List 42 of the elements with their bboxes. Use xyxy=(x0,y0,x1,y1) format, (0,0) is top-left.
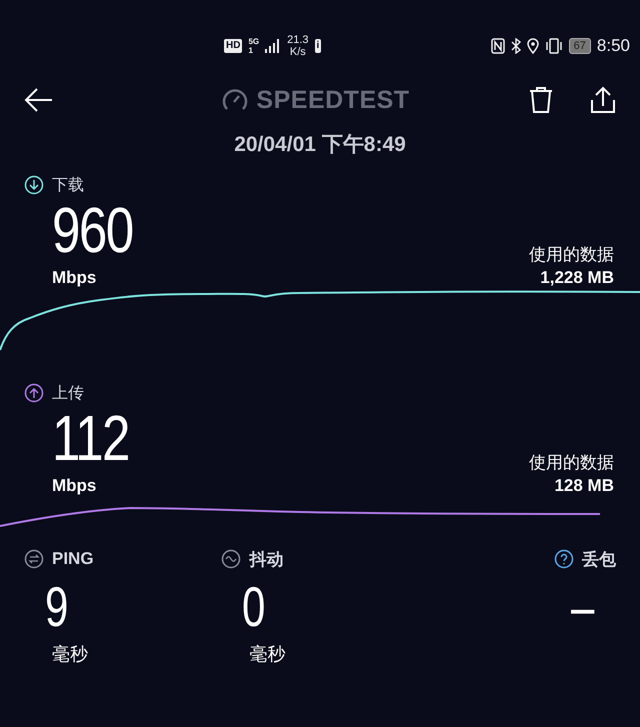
gauge-icon xyxy=(222,88,248,112)
location-icon xyxy=(526,38,539,54)
vibrate-icon xyxy=(544,38,563,54)
nfc-icon xyxy=(490,38,505,54)
metric-label: 丢包 xyxy=(582,548,616,570)
app-title: SPEEDTEST xyxy=(256,86,410,114)
help-icon xyxy=(554,549,574,569)
metric-label: 抖动 xyxy=(249,548,284,570)
metric-unit: 毫秒 xyxy=(51,643,88,666)
test-date: 20/04/01 下午8:49 xyxy=(233,132,407,158)
wave-icon xyxy=(221,549,242,569)
delete-button[interactable] xyxy=(528,86,554,114)
metric-value: 9 xyxy=(44,574,68,640)
upload-icon xyxy=(24,383,44,403)
metric-value: 0 xyxy=(241,574,266,640)
result-label: 下载 xyxy=(52,176,84,196)
back-button[interactable] xyxy=(24,87,54,113)
speed-unit: K/s xyxy=(290,46,306,58)
data-used-value: 128 MB xyxy=(554,476,614,496)
metric-unit: 毫秒 xyxy=(248,643,286,666)
clock: 8:50 xyxy=(596,36,630,56)
battery-level: 67 xyxy=(568,38,591,54)
speed-unit: Mbps xyxy=(52,268,98,288)
share-button[interactable] xyxy=(590,86,616,114)
download-icon xyxy=(24,175,44,195)
speed-value: 21.3 xyxy=(287,34,309,46)
ping-icon xyxy=(24,549,44,569)
metric-label: PING xyxy=(52,549,94,569)
result-label: 上传 xyxy=(52,384,84,404)
signal-icon xyxy=(265,39,282,53)
data-used-value: 1,228 MB xyxy=(540,268,614,288)
hd-badge: HD xyxy=(224,39,242,53)
speed-result: 960 xyxy=(52,198,133,262)
sim-label: 1 xyxy=(248,46,254,55)
speed-result: 112 xyxy=(52,406,129,470)
metric-value: – xyxy=(570,574,596,640)
data-used-label: 使用的数据 xyxy=(529,452,614,474)
network-label: 5G xyxy=(248,37,260,46)
info-badge: i xyxy=(314,39,322,53)
data-used-label: 使用的数据 xyxy=(529,244,614,266)
speed-unit: Mbps xyxy=(52,476,98,496)
bluetooth-icon xyxy=(510,38,521,54)
